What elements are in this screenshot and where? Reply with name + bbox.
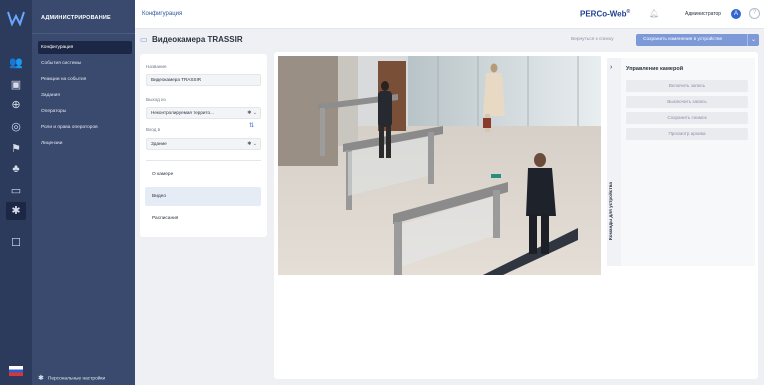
sidebar-divider: [32, 33, 135, 34]
sidebar: АДМИНИСТРИРОВАНИЕ Конфигурация События с…: [32, 0, 135, 385]
icon-rail: 👥 ▣ ⊕ ◎ ⚑ ♣ ▭ ✱ ☐: [0, 0, 32, 385]
page-title: Видеокамера TRASSIR: [152, 35, 243, 44]
operators-icon[interactable]: ⚑: [8, 142, 24, 156]
device-commands-bar[interactable]: › Команды для устройства: [607, 58, 621, 266]
help-icon[interactable]: ?: [749, 8, 760, 19]
back-to-list-link[interactable]: Вернуться к списку: [571, 37, 614, 42]
sidebar-item-operator-roles[interactable]: Роли и права операторов: [38, 121, 132, 134]
tab-video[interactable]: Видео: [145, 187, 261, 206]
name-field[interactable]: Видеокамера TRASSIR: [146, 74, 261, 86]
events-icon[interactable]: ▣: [8, 78, 24, 92]
roles-icon[interactable]: ♣: [8, 162, 24, 176]
brand-mark: ®: [626, 9, 631, 15]
tasks-icon[interactable]: ◎: [8, 120, 24, 134]
start-recording-button[interactable]: Включить запись: [626, 80, 748, 92]
language-flag-icon[interactable]: [9, 366, 23, 376]
chevron-right-icon[interactable]: ›: [610, 64, 612, 71]
stop-recording-button[interactable]: Выключить запись: [626, 96, 748, 108]
tab-about-camera[interactable]: О камере: [145, 165, 261, 184]
save-snapshot-button[interactable]: Сохранить снимок: [626, 112, 748, 124]
sidebar-item-operators[interactable]: Операторы: [38, 105, 132, 118]
exit-label: Выход из: [146, 97, 166, 102]
entry-select-value: Здание: [151, 141, 167, 146]
top-bar: Конфигурация PERCo-Web® 🔔︎ Администратор…: [135, 0, 764, 29]
sidebar-item-tasks[interactable]: Задания: [38, 89, 132, 102]
name-label: Название: [146, 64, 167, 69]
reactions-icon[interactable]: ⊕: [8, 98, 24, 112]
brand-name: PERCo-Web: [580, 9, 627, 19]
sidebar-item-configuration[interactable]: Конфигурация: [38, 41, 132, 54]
gear-chevron-icon[interactable]: ✱ ⌄: [247, 139, 257, 149]
exit-select[interactable]: Неконтролируемая террито... ✱ ⌄: [146, 107, 261, 119]
view-archive-button[interactable]: Просмотр архива: [626, 128, 748, 140]
personal-settings-link[interactable]: ✱ Персональные настройки: [38, 374, 105, 382]
tab-schedules[interactable]: Расписания: [145, 209, 261, 228]
gear-icon: ✱: [38, 375, 44, 382]
swap-icon[interactable]: ⇅: [249, 122, 254, 129]
save-changes-button[interactable]: Сохранить изменения в устройстве ⌄: [636, 34, 759, 46]
chevron-down-icon[interactable]: ⌄: [747, 34, 759, 46]
entry-label: Вход в: [146, 127, 161, 132]
sidebar-item-licenses[interactable]: Лицензии: [38, 137, 132, 150]
gear-chevron-icon[interactable]: ✱ ⌄: [247, 108, 257, 118]
user-name[interactable]: Администратор: [685, 11, 721, 17]
sidebar-item-event-reactions[interactable]: Реакции на события: [38, 73, 132, 86]
camera-icon: ▭: [140, 35, 148, 44]
device-commands-label: Команды для устройства: [608, 182, 613, 240]
gear-icon[interactable]: ✱: [6, 202, 26, 220]
sidebar-item-system-events[interactable]: События системы: [38, 57, 132, 70]
sidebar-title: АДМИНИСТРИРОВАНИЕ: [41, 15, 111, 21]
entry-select[interactable]: Здание ✱ ⌄: [146, 138, 261, 150]
exit-select-value: Неконтролируемая террито...: [151, 110, 214, 115]
logo-icon[interactable]: [7, 9, 25, 27]
avatar[interactable]: A: [731, 9, 741, 19]
brand-logo: PERCo-Web®: [580, 9, 630, 19]
save-changes-label: Сохранить изменения в устройстве: [643, 37, 723, 42]
camera-control-title: Управление камерой: [626, 66, 684, 72]
breadcrumb[interactable]: Конфигурация: [142, 11, 182, 17]
chat-icon[interactable]: ☐: [8, 236, 24, 250]
form-divider: [146, 160, 261, 161]
monitor-icon[interactable]: ▭: [8, 184, 24, 198]
camera-video-feed[interactable]: [278, 56, 601, 275]
personal-settings-label: Персональные настройки: [47, 376, 106, 382]
users-icon[interactable]: 👥: [8, 56, 24, 70]
bell-icon[interactable]: 🔔︎: [649, 9, 659, 18]
